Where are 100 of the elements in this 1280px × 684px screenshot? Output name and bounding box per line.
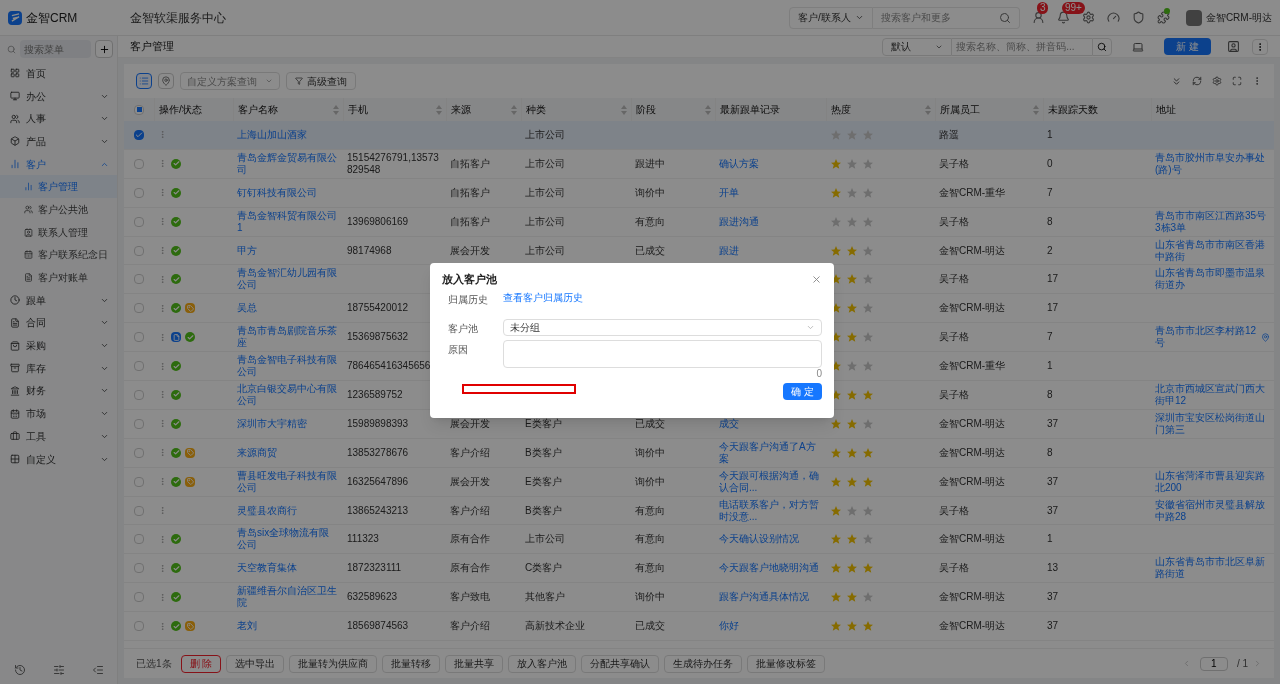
customer-name-link[interactable]: 曹县旺发电子科技有限公司 (237, 469, 339, 494)
submenu-item[interactable]: 客户管理 (0, 175, 117, 199)
address-link[interactable]: 青岛市市南区江西路35号3栋3单 (1155, 209, 1270, 234)
more-icon[interactable] (158, 448, 167, 458)
row-checkbox[interactable] (134, 361, 144, 372)
puzzle-icon[interactable] (1156, 11, 1170, 24)
row-checkbox[interactable] (134, 187, 144, 198)
sidebar-item[interactable]: 市场 (0, 402, 117, 425)
map-view-button[interactable] (158, 73, 174, 89)
page-input[interactable]: 1 (1199, 656, 1228, 671)
history-link[interactable]: 查看客户归属历史 (503, 289, 583, 305)
address-link[interactable]: 山东省菏泽市曹县迎宾路北200 (1155, 469, 1270, 494)
more-icon[interactable] (158, 390, 167, 400)
action-button[interactable]: 批量修改标签 (747, 654, 826, 673)
more-icon[interactable] (158, 534, 167, 544)
sidebar-item[interactable]: 采购 (0, 334, 117, 357)
submenu-item[interactable]: 客户公共池 (0, 198, 117, 221)
address-link[interactable]: 北京市西城区宣武门西大街甲12 (1155, 382, 1270, 407)
row-checkbox[interactable] (134, 245, 144, 256)
action-button[interactable]: 选中导出 (226, 654, 285, 673)
close-icon[interactable] (811, 273, 822, 285)
refresh-icon[interactable] (1192, 76, 1202, 86)
sort-icon[interactable] (925, 104, 931, 115)
more-icon[interactable] (158, 332, 167, 342)
customer-name-link[interactable]: 天空教育集体 (237, 562, 297, 575)
action-button[interactable]: 分配共享确认 (581, 654, 660, 673)
address-link[interactable]: 深圳市宝安区松岗街道山门第三 (1155, 411, 1270, 436)
row-checkbox[interactable] (134, 476, 144, 487)
more-icon[interactable] (158, 361, 167, 371)
address-link[interactable]: 安徽省宿州市灵璧县解放中路28 (1155, 498, 1270, 523)
customer-name-link[interactable]: 吴总 (237, 302, 257, 315)
sort-icon[interactable] (511, 104, 517, 115)
action-button[interactable]: 放入客户池 (508, 654, 577, 673)
row-checkbox[interactable] (134, 389, 144, 400)
customer-name-link[interactable]: 青岛金智电子科技有限公司 (237, 354, 339, 379)
search-button[interactable] (1092, 37, 1113, 56)
sidebar-item[interactable]: 工具 (0, 425, 117, 448)
more-icon[interactable] (158, 477, 167, 487)
address-link[interactable]: 山东省青岛市市南区香港中路街 (1155, 238, 1270, 263)
customer-name-link[interactable]: 青岛金辉金贸易有限公司 (237, 151, 339, 176)
record-link[interactable]: 跟进沟通 (719, 215, 759, 228)
record-link[interactable]: 确认方案 (719, 157, 759, 170)
customer-name-link[interactable]: 老刘 (237, 620, 257, 633)
sidebar-item[interactable]: 库存 (0, 356, 117, 380)
row-checkbox[interactable] (134, 534, 144, 545)
new-button[interactable]: 新 建 (1164, 38, 1211, 55)
more-button[interactable] (1252, 38, 1268, 55)
sort-icon[interactable] (436, 104, 442, 115)
more-icon[interactable] (158, 130, 167, 140)
more-icon[interactable] (158, 274, 167, 284)
customer-name-link[interactable]: 来源商贸 (237, 446, 277, 459)
more-icon[interactable] (158, 506, 167, 515)
user-icon[interactable] (1031, 11, 1045, 24)
search-button[interactable] (990, 6, 1020, 29)
record-link[interactable]: 今天跟客户地晓明沟通 (719, 562, 819, 575)
sort-icon[interactable] (333, 104, 339, 115)
record-link[interactable]: 成交 (719, 417, 739, 430)
sidebar-item[interactable]: 客户 (0, 152, 117, 176)
row-checkbox[interactable] (134, 505, 144, 516)
sort-icon[interactable] (1033, 104, 1039, 115)
avatar[interactable] (1185, 9, 1202, 26)
more-icon[interactable] (158, 159, 167, 169)
sidebar-item[interactable]: 跟单 (0, 288, 117, 312)
fullscreen-icon[interactable] (1232, 76, 1242, 86)
customer-name-link[interactable]: 新疆维吾尔自治区卫生院 (237, 585, 339, 610)
list-view-button[interactable] (136, 73, 152, 89)
customer-name-link[interactable]: 青岛市青岛剧院音乐茶座 (237, 325, 339, 350)
history-icon[interactable] (13, 664, 26, 676)
row-checkbox[interactable] (134, 158, 144, 169)
customer-name-link[interactable]: 灵璧县农商行 (237, 504, 297, 517)
sort-icon[interactable] (621, 104, 627, 115)
advanced-search-button[interactable]: 高级查询 (286, 72, 356, 90)
settings-icon[interactable] (1081, 11, 1095, 24)
shield-icon[interactable] (1131, 11, 1145, 24)
settings-icon[interactable] (1212, 76, 1222, 86)
row-checkbox[interactable] (134, 621, 144, 632)
address-link[interactable]: 山东省青岛市即墨市温泉街道办 (1155, 267, 1270, 292)
action-button[interactable]: 生成待办任务 (664, 654, 743, 673)
record-link[interactable]: 你好 (719, 620, 739, 633)
sidebar-item[interactable]: 办公 (0, 84, 117, 108)
customer-name-link[interactable]: 深圳市大宇精密 (237, 417, 307, 430)
customer-name-link[interactable]: 甲方 (237, 244, 257, 257)
scheme-select[interactable]: 默认 (882, 37, 953, 56)
laptop-icon[interactable] (1132, 40, 1145, 53)
record-link[interactable]: 跟客户沟通具体情况 (719, 591, 809, 604)
chevrons-down-icon[interactable] (1171, 75, 1182, 87)
sidebar-item[interactable]: 人事 (0, 107, 117, 131)
submenu-item[interactable]: 客户联系纪念日 (0, 243, 117, 267)
action-button[interactable]: 批量转移 (382, 654, 441, 673)
submenu-item[interactable]: 联系人管理 (0, 220, 117, 244)
record-link[interactable]: 开单 (719, 186, 739, 199)
more-icon[interactable] (158, 217, 167, 227)
bell-icon[interactable] (1056, 11, 1070, 24)
scope-select[interactable]: 客户/联系人 (789, 6, 873, 29)
pool-select[interactable]: 未分组 (503, 318, 822, 336)
select-all-checkbox[interactable] (134, 104, 144, 115)
sidebar-item[interactable]: 合同 (0, 311, 117, 335)
add-button[interactable] (95, 40, 113, 58)
action-button[interactable]: 删 除 (180, 654, 222, 673)
reason-field[interactable] (503, 339, 822, 368)
